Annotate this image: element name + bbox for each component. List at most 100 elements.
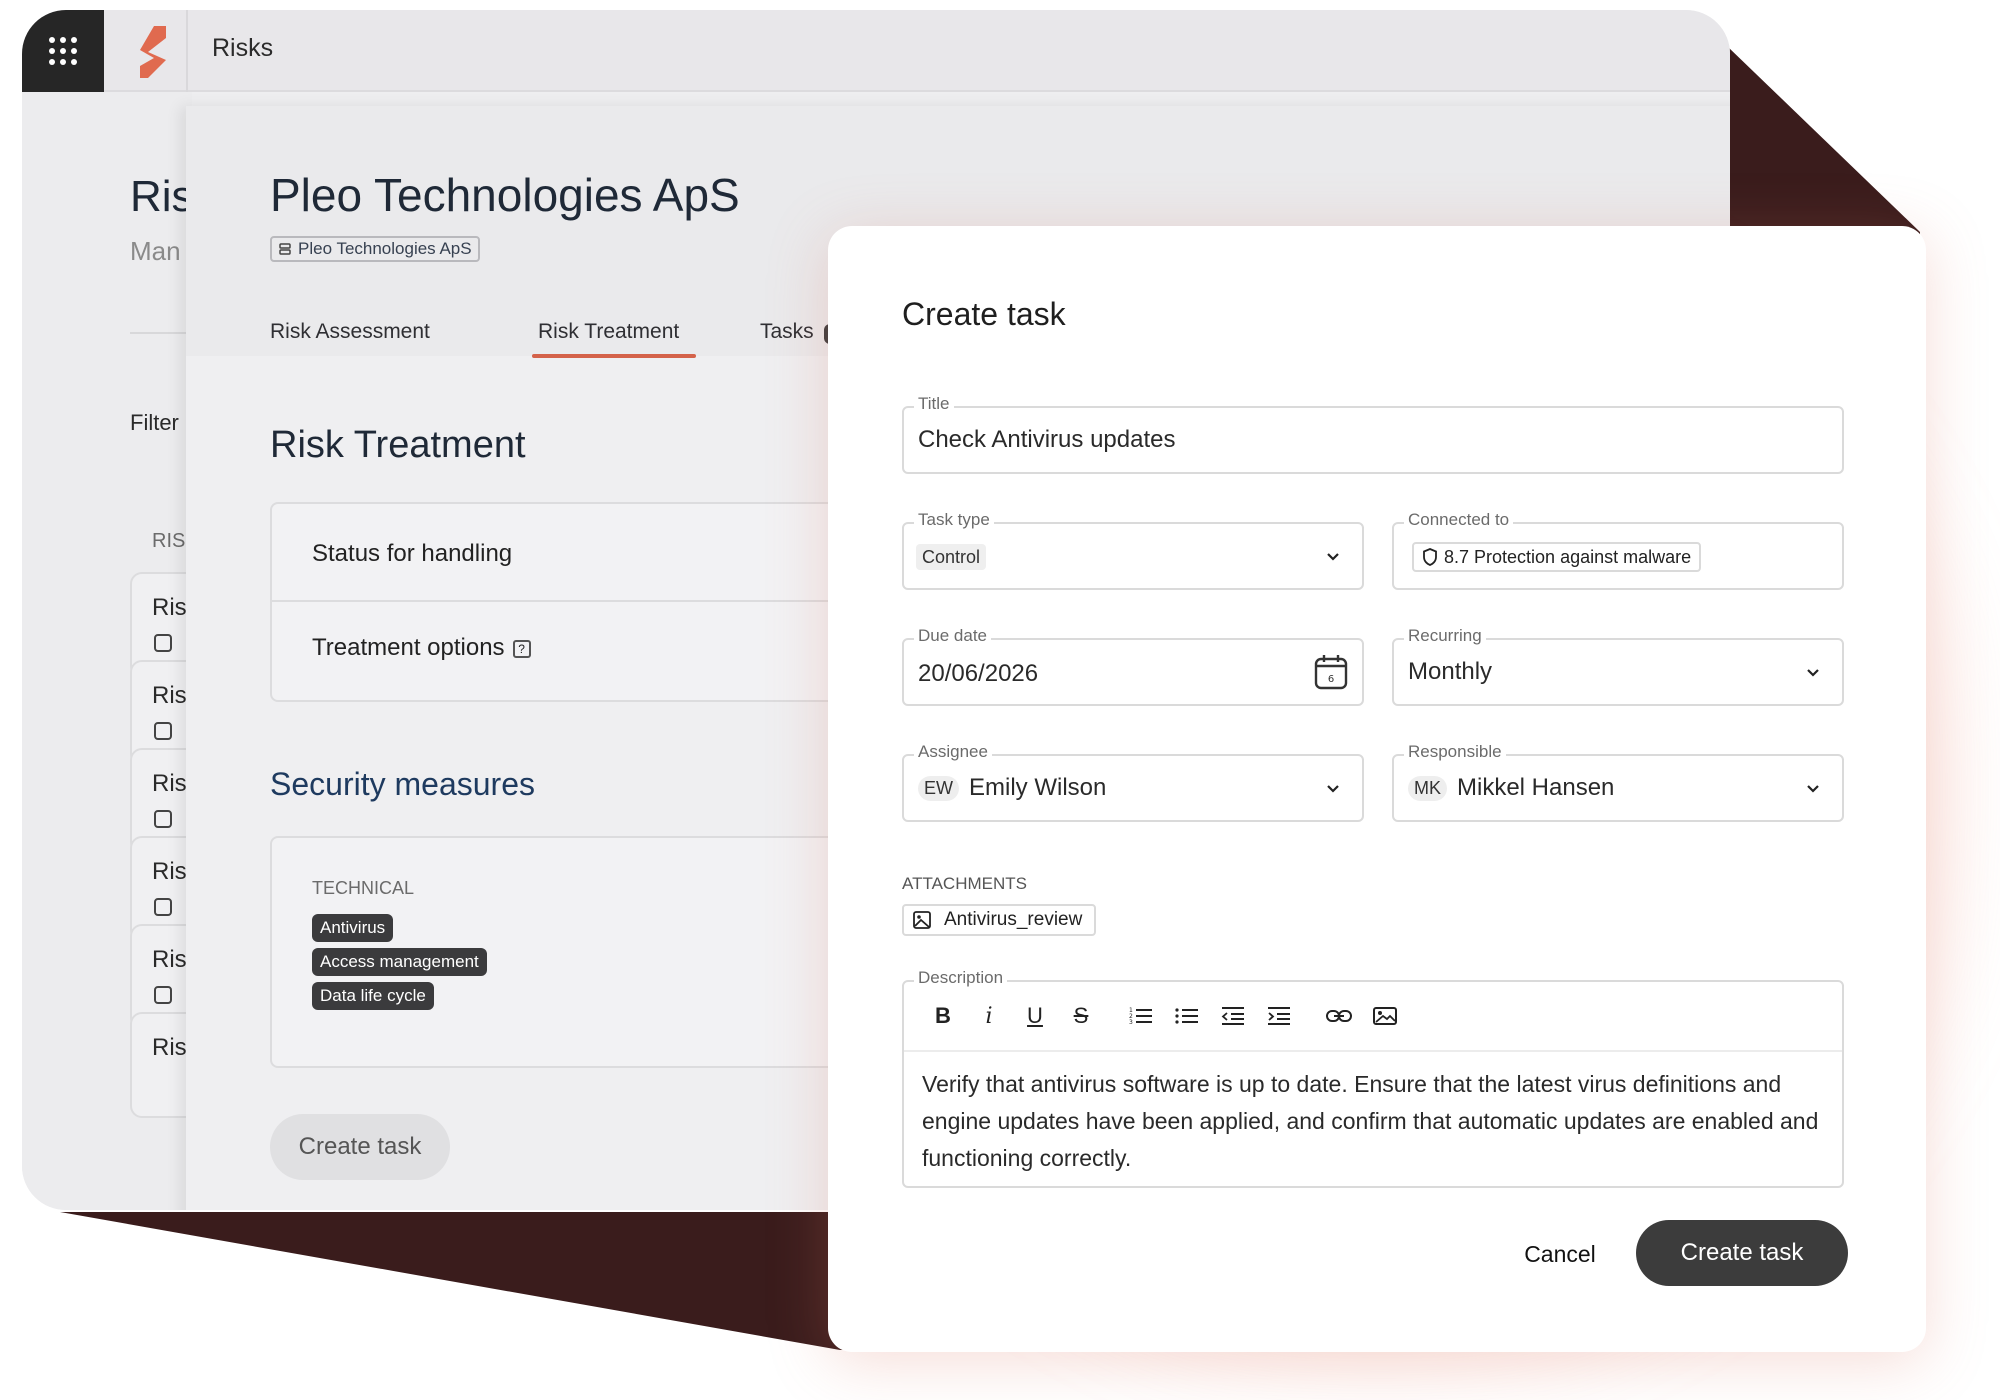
due-date-field[interactable]: Due date 20/06/2026 6 xyxy=(902,626,1364,706)
risk-treatment-box: Status for handling Treatment options? xyxy=(270,502,870,702)
filter-label[interactable]: Filter xyxy=(130,410,179,436)
indent-button[interactable] xyxy=(1256,996,1302,1036)
due-date-value: 20/06/2026 xyxy=(918,660,1039,687)
top-bar: Risks xyxy=(22,10,1730,92)
rich-text-toolbar: B i U S 123 xyxy=(904,982,1842,1052)
calendar-day: 6 xyxy=(1328,674,1334,685)
dialog-title: Create task xyxy=(902,296,1066,332)
description-text: Verify that antivirus software is up to … xyxy=(922,1071,1819,1171)
page-title: Risks xyxy=(212,34,274,62)
help-icon[interactable]: ? xyxy=(512,639,531,658)
server-icon xyxy=(154,810,172,828)
risk-card-title: Ris xyxy=(152,858,187,885)
svg-text:3: 3 xyxy=(1129,1019,1133,1026)
tab-tasks-label: Tasks xyxy=(760,320,814,343)
attachment-chip[interactable]: Antivirus_review xyxy=(902,904,1097,936)
measure-chip[interactable]: Data life cycle xyxy=(312,982,434,1010)
avatar: MK xyxy=(1408,776,1447,802)
company-tag: Pleo Technologies ApS xyxy=(270,236,480,262)
measure-chip[interactable]: Access management xyxy=(312,948,487,976)
title-field[interactable]: Title Check Antivirus updates xyxy=(902,394,1844,474)
risk-treatment-heading: Risk Treatment xyxy=(270,424,526,466)
risks-section-label: RIS xyxy=(152,530,186,552)
status-for-handling[interactable]: Status for handling xyxy=(312,540,512,568)
task-type-select[interactable]: Task type Control xyxy=(902,510,1364,590)
risk-card-title: Ris xyxy=(152,1034,187,1061)
connected-control-label: 8.7 Protection against malware xyxy=(1444,546,1692,567)
chevron-down-icon xyxy=(1807,669,1819,677)
image-icon xyxy=(913,911,931,929)
building-icon xyxy=(154,722,172,740)
app-grid-button[interactable] xyxy=(22,10,104,92)
chevron-down-icon xyxy=(1807,785,1819,793)
brand-logo xyxy=(140,26,166,78)
risk-icon xyxy=(154,634,172,652)
company-tag-label: Pleo Technologies ApS xyxy=(298,239,472,258)
connected-to-label: Connected to xyxy=(1404,510,1514,530)
treatment-options-label: Treatment options xyxy=(312,634,505,661)
outdent-icon xyxy=(1221,1007,1244,1025)
treatment-options[interactable]: Treatment options? xyxy=(312,634,531,662)
create-task-dialog: Create task Title Check Antivirus update… xyxy=(828,226,1926,1352)
risks-subtitle: Man xyxy=(130,236,181,266)
image-icon xyxy=(1373,1007,1397,1025)
bullet-list-button[interactable] xyxy=(1164,996,1210,1036)
chevron-down-icon xyxy=(1327,785,1339,793)
tab-risk-treatment[interactable]: Risk Treatment xyxy=(538,320,679,344)
responsible-label: Responsible xyxy=(1404,742,1506,762)
company-title: Pleo Technologies ApS xyxy=(270,169,740,221)
attachment-name: Antivirus_review xyxy=(944,909,1083,930)
top-bar-divider xyxy=(186,10,188,92)
insert-image-button[interactable] xyxy=(1362,996,1408,1036)
underline-button[interactable]: U xyxy=(1012,996,1058,1036)
task-type-label: Task type xyxy=(914,510,994,530)
risk-icon xyxy=(154,898,172,916)
title-field-value: Check Antivirus updates xyxy=(918,426,1176,453)
recurring-label: Recurring xyxy=(1404,626,1486,646)
chevron-down-icon xyxy=(1327,553,1339,561)
assignee-label: Assignee xyxy=(914,742,992,762)
risk-card-title: Ris xyxy=(152,594,187,621)
connected-control-chip[interactable]: 8.7 Protection against malware xyxy=(1412,542,1702,572)
divider xyxy=(272,600,868,602)
outdent-button[interactable] xyxy=(1210,996,1256,1036)
calendar-icon[interactable]: 6 xyxy=(1314,654,1348,690)
risks-list-column: Ris Man Filter RIS Ris Ris Ris Ris Ris R… xyxy=(22,92,210,1210)
panel-create-task-button[interactable]: Create task xyxy=(270,1114,450,1180)
assignee-select[interactable]: Assignee EW Emily Wilson xyxy=(902,742,1364,822)
link-icon xyxy=(1326,1010,1352,1022)
link-button[interactable] xyxy=(1316,996,1362,1036)
bullet-list-icon xyxy=(1175,1008,1198,1024)
active-tab-indicator xyxy=(532,354,696,358)
risks-heading: Ris xyxy=(130,172,194,221)
description-editor[interactable]: Description B i U S 123 Verify that anti… xyxy=(902,968,1844,1188)
security-measures-heading: Security measures xyxy=(270,766,535,802)
ordered-list-icon: 123 xyxy=(1129,1007,1152,1026)
assignee-value: EW Emily Wilson xyxy=(918,774,1106,802)
create-task-button[interactable]: Create task xyxy=(1636,1220,1848,1286)
risk-card-title: Ris xyxy=(152,770,187,797)
bold-button[interactable]: B xyxy=(920,996,966,1036)
responsible-select[interactable]: Responsible MK Mikkel Hansen xyxy=(1392,742,1844,822)
technical-label: TECHNICAL xyxy=(312,878,415,898)
attachments-label: ATTACHMENTS xyxy=(902,874,1027,893)
ordered-list-button[interactable]: 123 xyxy=(1118,996,1164,1036)
connected-to-field[interactable]: Connected to 8.7 Protection against malw… xyxy=(1392,510,1844,590)
tab-risk-assessment[interactable]: Risk Assessment xyxy=(270,320,430,344)
measure-chip[interactable]: Antivirus xyxy=(312,914,394,942)
title-field-label: Title xyxy=(914,394,954,414)
risk-card-title: Ris xyxy=(152,682,187,709)
server-icon xyxy=(279,243,291,255)
recurring-select[interactable]: Recurring Monthly xyxy=(1392,626,1844,706)
italic-button[interactable]: i xyxy=(966,996,1012,1036)
due-date-label: Due date xyxy=(914,626,991,646)
risk-icon xyxy=(154,986,172,1004)
strikethrough-button[interactable]: S xyxy=(1058,996,1104,1036)
assignee-name: Emily Wilson xyxy=(969,774,1107,801)
responsible-value: MK Mikkel Hansen xyxy=(1408,774,1614,802)
cancel-button[interactable]: Cancel xyxy=(1508,1232,1612,1276)
security-measures-box: TECHNICAL Antivirus Access management Da… xyxy=(270,836,870,1068)
responsible-name: Mikkel Hansen xyxy=(1457,774,1615,801)
task-type-value: Control xyxy=(916,544,987,570)
recurring-value: Monthly xyxy=(1408,658,1493,685)
